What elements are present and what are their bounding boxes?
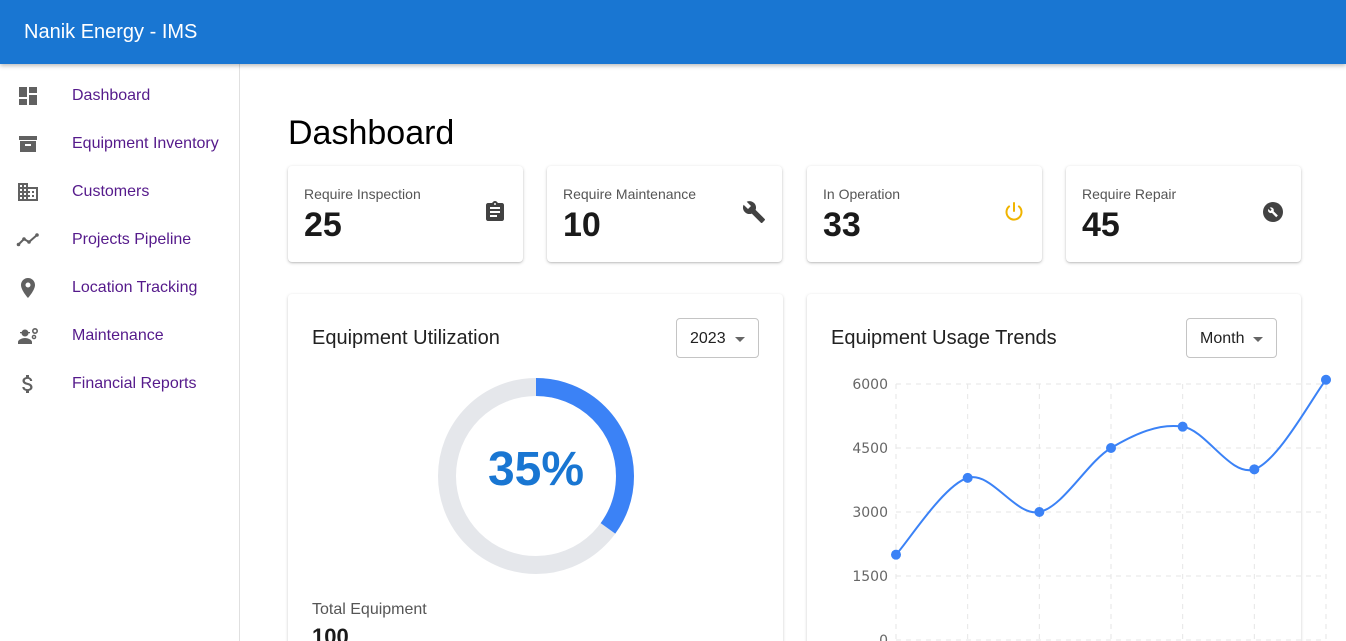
dollar-icon bbox=[22, 375, 33, 393]
data-point bbox=[1321, 374, 1331, 385]
location-pin-icon bbox=[21, 278, 35, 298]
build-circle-icon bbox=[1263, 202, 1283, 222]
timeline-icon bbox=[16, 233, 39, 247]
sidebar-item-label: Equipment Inventory bbox=[72, 135, 219, 152]
usage-trend-chart: 6000 4500 3000 1500 0 bbox=[852, 374, 1331, 641]
data-point bbox=[1177, 421, 1188, 432]
sidebar-item-maintenance[interactable]: Maintenance bbox=[0, 312, 239, 360]
stat-value: 33 bbox=[823, 206, 861, 244]
equipment-utilization-panel: Equipment Utilization 2023 35% Total Equ… bbox=[288, 294, 783, 641]
equipment-usage-trends-panel: Equipment Usage Trends Month 6000 4500 300… bbox=[807, 294, 1331, 641]
chevron-down-icon bbox=[735, 337, 745, 342]
stat-label: In Operation bbox=[823, 186, 901, 202]
y-tick-label: 0 bbox=[879, 633, 888, 641]
sidebar-item-equipment-inventory[interactable]: Equipment Inventory bbox=[0, 120, 239, 168]
data-point bbox=[1249, 464, 1260, 475]
stat-card-in-operation: In Operation 33 bbox=[807, 166, 1042, 262]
sidebar-item-financial-reports[interactable]: Financial Reports bbox=[0, 360, 239, 408]
y-tick-label: 6000 bbox=[852, 377, 888, 393]
y-tick-label: 1500 bbox=[852, 569, 888, 585]
wrench-icon bbox=[742, 201, 765, 223]
stat-card-require-repair: Require Repair 45 bbox=[1066, 166, 1301, 262]
stat-label: Require Repair bbox=[1082, 186, 1177, 202]
sidebar-item-customers[interactable]: Customers bbox=[0, 168, 239, 216]
engineering-icon bbox=[18, 328, 38, 344]
business-icon bbox=[18, 183, 38, 201]
sidebar-item-label: Financial Reports bbox=[72, 375, 197, 392]
data-point bbox=[962, 472, 973, 483]
dashboard-icon bbox=[19, 87, 37, 105]
sidebar-item-label: Dashboard bbox=[72, 87, 151, 104]
sidebar-item-label: Location Tracking bbox=[72, 279, 198, 296]
y-tick-label: 4500 bbox=[852, 441, 888, 457]
y-tick-label: 3000 bbox=[852, 505, 888, 521]
stat-label: Require Maintenance bbox=[563, 186, 697, 202]
stat-card-require-inspection: Require Inspection 25 bbox=[288, 166, 523, 262]
app-bar: Nanik Energy - IMS bbox=[0, 0, 1346, 64]
data-point bbox=[1034, 507, 1045, 517]
year-select[interactable]: 2023 bbox=[676, 318, 759, 358]
data-point bbox=[891, 549, 901, 560]
clipboard-icon bbox=[486, 201, 504, 221]
power-icon bbox=[1005, 202, 1023, 221]
stat-value: 45 bbox=[1082, 206, 1120, 244]
utilization-percent: 35% bbox=[487, 443, 585, 496]
total-equipment-value: 100 bbox=[312, 624, 349, 641]
year-select-value: 2023 bbox=[690, 330, 726, 347]
page-title: Dashboard bbox=[288, 114, 455, 152]
stat-label: Require Inspection bbox=[304, 186, 421, 202]
app-title: Nanik Energy - IMS bbox=[24, 21, 198, 43]
total-equipment-label: Total Equipment bbox=[312, 601, 427, 618]
stat-value: 10 bbox=[563, 206, 601, 244]
sidebar-item-label: Projects Pipeline bbox=[72, 231, 192, 248]
data-point bbox=[1106, 443, 1116, 453]
utilization-title: Equipment Utilization bbox=[312, 327, 500, 349]
sidebar-item-label: Customers bbox=[72, 183, 150, 200]
sidebar-item-projects-pipeline[interactable]: Projects Pipeline bbox=[0, 216, 239, 264]
sidebar-item-dashboard[interactable]: Dashboard bbox=[0, 72, 239, 120]
stat-value: 25 bbox=[304, 206, 342, 244]
sidebar-item-location-tracking[interactable]: Location Tracking bbox=[0, 264, 239, 312]
archive-icon bbox=[19, 136, 37, 152]
sidebar: Dashboard Equipment Inventory Customers … bbox=[0, 64, 240, 641]
stat-card-require-maintenance: Require Maintenance 10 bbox=[547, 166, 782, 262]
sidebar-item-label: Maintenance bbox=[72, 327, 164, 344]
main-content: Dashboard Require Inspection 25 Require … bbox=[240, 64, 1346, 641]
